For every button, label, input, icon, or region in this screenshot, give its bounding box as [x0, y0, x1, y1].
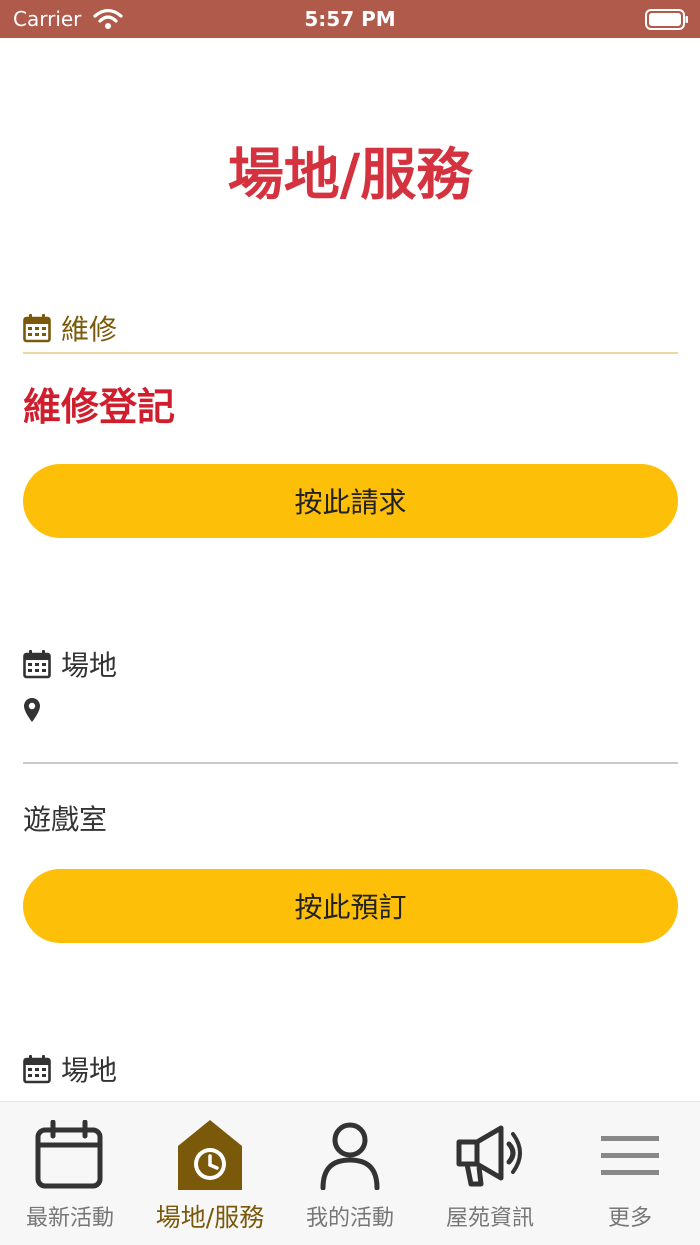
venue-section-1-heading: 場地: [61, 649, 118, 682]
calendar-icon: [23, 650, 51, 679]
repair-item-title: 維修登記: [23, 385, 176, 429]
tab-bar: 最新活動 場地/服務 我的活動 屋苑資訊 更多: [0, 1101, 700, 1245]
venue-section-1-header: 場地: [23, 646, 678, 682]
repair-section-header: 維修: [23, 310, 678, 346]
tab-venue-services[interactable]: 場地/服務: [140, 1102, 280, 1245]
status-bar: Carrier 5:57 PM: [0, 0, 700, 38]
venue-section-2: 場地: [23, 1051, 678, 1087]
tab-my-events[interactable]: 我的活動: [280, 1102, 420, 1245]
tab-label: 場地/服務: [155, 1203, 265, 1232]
repair-section-heading: 維修: [61, 313, 118, 346]
megaphone-icon: [456, 1125, 522, 1187]
calendar-icon: [23, 1055, 51, 1084]
venue-section-2-header: 場地: [23, 1051, 678, 1087]
venue-section-1: 場地: [23, 646, 678, 682]
calendar-icon: [23, 314, 51, 343]
tab-more[interactable]: 更多: [560, 1102, 700, 1245]
venue-section-2-heading: 場地: [61, 1054, 118, 1087]
person-icon: [320, 1122, 380, 1190]
calendar-icon: [35, 1120, 103, 1189]
tab-label: 我的活動: [305, 1206, 394, 1231]
repair-divider: [23, 352, 678, 354]
repair-section: 維修: [23, 310, 678, 346]
book-venue-button[interactable]: 按此預訂: [23, 869, 678, 943]
location-pin-icon: [24, 698, 40, 722]
tab-estate-info[interactable]: 屋苑資訊: [420, 1102, 560, 1245]
tab-latest-events[interactable]: 最新活動: [0, 1102, 140, 1245]
menu-icon: [601, 1136, 659, 1175]
battery-icon: [645, 9, 688, 30]
tab-label: 更多: [607, 1206, 652, 1231]
clock: 5:57 PM: [304, 7, 396, 31]
venue-name: 遊戲室: [23, 803, 108, 836]
venue-1-divider: [23, 762, 678, 764]
house-clock-icon: [178, 1120, 242, 1190]
page-title: 場地/服務: [227, 143, 473, 208]
tab-label: 屋苑資訊: [445, 1206, 534, 1231]
repair-request-button[interactable]: 按此請求: [23, 464, 678, 538]
tab-label: 最新活動: [25, 1206, 114, 1231]
